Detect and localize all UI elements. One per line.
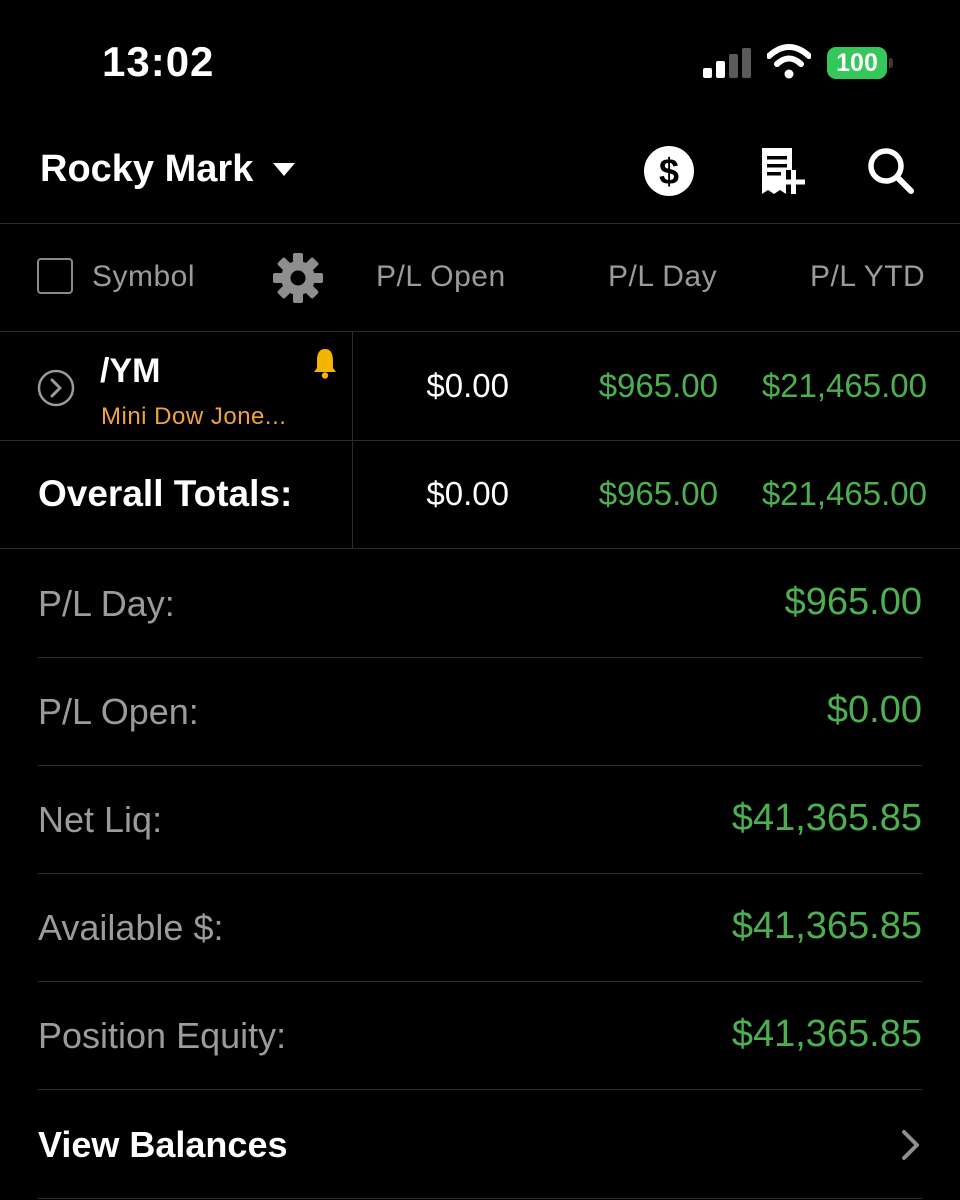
summary-value: $0.00 xyxy=(826,689,922,731)
totals-label: Overall Totals: xyxy=(38,473,293,514)
view-balances-label: View Balances xyxy=(38,1124,288,1165)
caret-down-icon xyxy=(273,163,296,176)
position-pl-ytd: $21,465.00 xyxy=(761,367,927,404)
battery-level: 100 xyxy=(827,47,887,79)
dollar-circle-icon[interactable]: $ xyxy=(642,144,696,198)
account-name: Rocky Mark xyxy=(40,148,254,190)
column-header-row: Symbol P/L Open P/L Day P/L YTD xyxy=(0,224,960,332)
summary-label: P/L Open: xyxy=(38,691,199,732)
summary-value: $965.00 xyxy=(784,581,922,623)
position-pl-day: $965.00 xyxy=(598,367,718,404)
summary-value: $41,365.85 xyxy=(731,1013,922,1055)
select-all-checkbox[interactable] xyxy=(37,258,73,294)
position-pl-open: $0.00 xyxy=(426,367,509,404)
search-icon[interactable] xyxy=(864,144,918,198)
receipt-add-icon[interactable] xyxy=(756,144,810,198)
column-pl-day[interactable]: P/L Day xyxy=(608,260,717,294)
column-pl-open[interactable]: P/L Open xyxy=(376,260,506,294)
expand-chevron-icon[interactable] xyxy=(37,369,75,407)
position-row[interactable]: /YM Mini Dow Jone... $0.00 $965.00 $21,4… xyxy=(0,332,960,441)
summary-row: P/L Open: $0.00 xyxy=(38,657,922,766)
column-pl-ytd[interactable]: P/L YTD xyxy=(810,260,925,294)
summary-value: $41,365.85 xyxy=(731,905,922,947)
totals-pl-open: $0.00 xyxy=(426,475,509,512)
summary-value: $41,365.85 xyxy=(731,797,922,839)
view-balances-row[interactable]: View Balances xyxy=(38,1090,922,1199)
bell-alert-icon[interactable] xyxy=(313,347,337,379)
position-description: Mini Dow Jone... xyxy=(101,403,287,430)
position-symbol: /YM xyxy=(100,352,161,390)
summary-row: Position Equity: $41,365.85 xyxy=(38,981,922,1090)
summary-label: Position Equity: xyxy=(38,1015,287,1056)
status-bar: 13:02 100 xyxy=(0,0,960,120)
summary-label: Available $: xyxy=(38,907,224,948)
chevron-right-icon xyxy=(902,1130,919,1160)
summary-row: P/L Day: $965.00 xyxy=(38,549,922,658)
app-header: Rocky Mark $ xyxy=(0,120,960,224)
totals-pl-ytd: $21,465.00 xyxy=(761,475,927,512)
column-symbol[interactable]: Symbol xyxy=(92,260,195,294)
battery-icon: 100 xyxy=(827,47,893,79)
summary-row: Net Liq: $41,365.85 xyxy=(38,765,922,874)
summary-label: P/L Day: xyxy=(38,583,175,624)
summary-row: Available $: $41,365.85 xyxy=(38,873,922,982)
totals-row: Overall Totals: $0.00 $965.00 $21,465.00 xyxy=(0,440,960,549)
wifi-icon xyxy=(767,44,811,79)
summary-label: Net Liq: xyxy=(38,799,163,840)
cellular-signal-icon xyxy=(703,48,751,78)
account-selector[interactable]: Rocky Mark xyxy=(40,148,296,191)
totals-pl-day: $965.00 xyxy=(598,475,718,512)
svg-text:$: $ xyxy=(659,151,679,192)
status-time: 13:02 xyxy=(102,38,215,85)
gear-icon[interactable] xyxy=(272,252,324,304)
